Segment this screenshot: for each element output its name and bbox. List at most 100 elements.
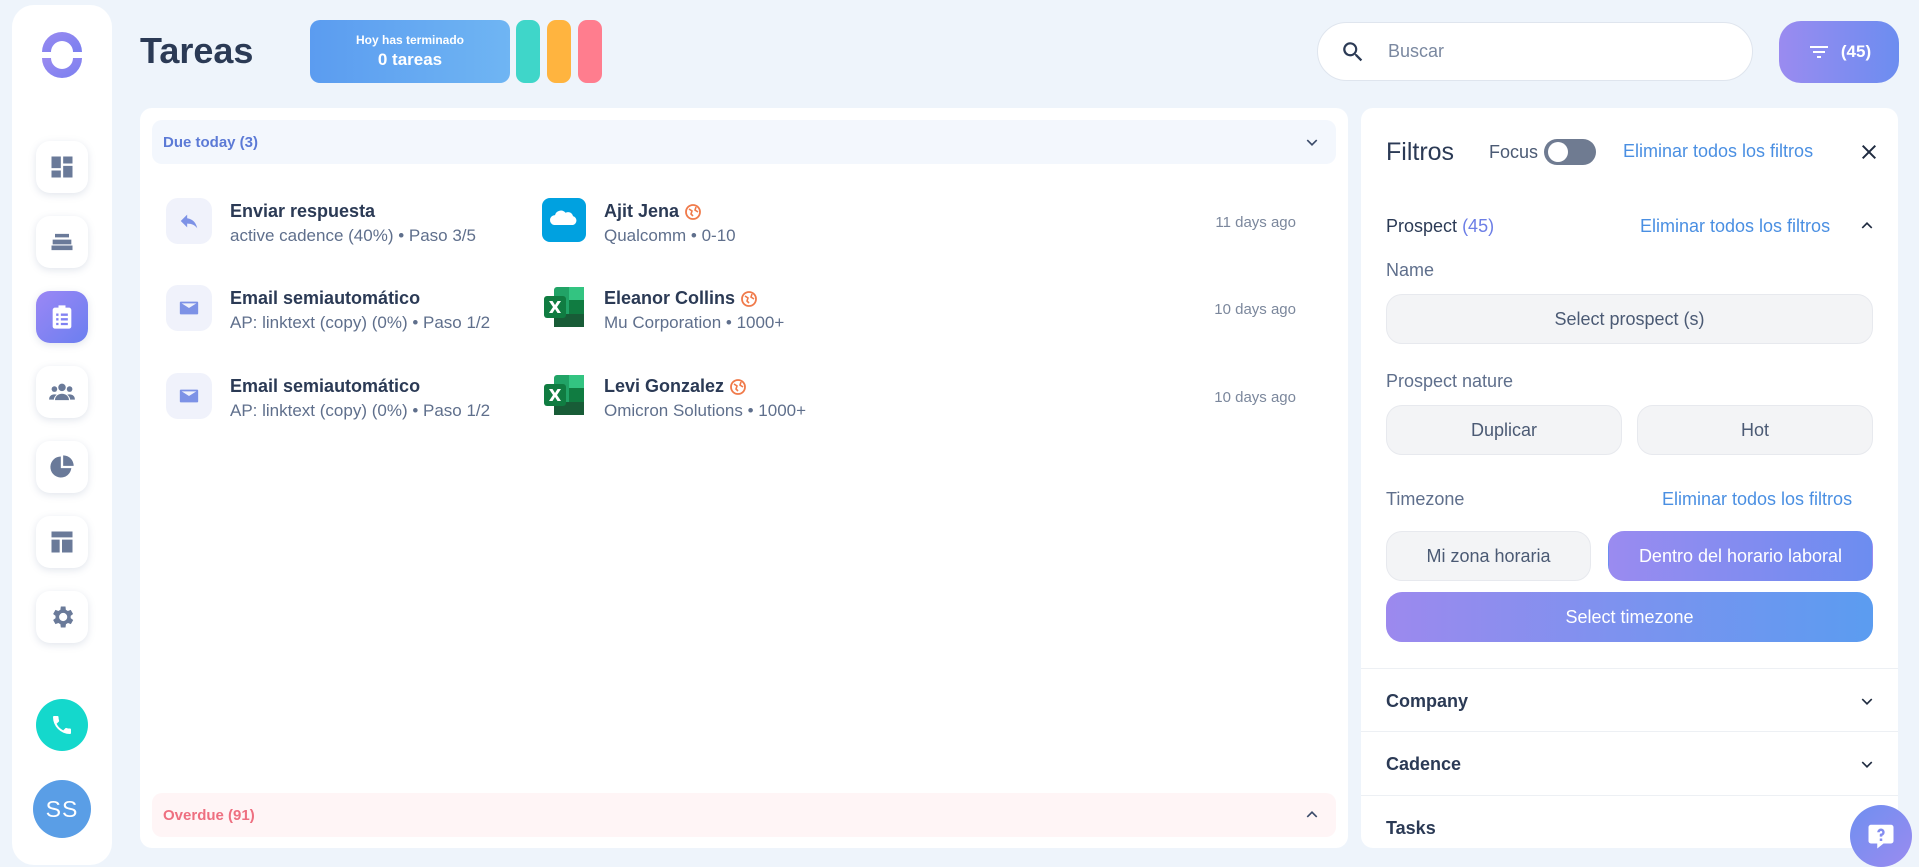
- nav-layout[interactable]: [36, 516, 88, 568]
- task-timestamp: 11 days ago: [1215, 214, 1296, 231]
- company-section-title[interactable]: Company: [1386, 691, 1468, 712]
- phone-icon: [53, 716, 71, 734]
- focus-toggle[interactable]: [1544, 139, 1596, 165]
- divider: [1361, 668, 1898, 669]
- tasks-section-title[interactable]: Tasks: [1386, 818, 1436, 839]
- contact-name[interactable]: Ajit Jena: [604, 201, 701, 222]
- task-subtitle: AP: linktext (copy) (0%) • Paso 1/2: [230, 313, 491, 332]
- task-title: Email semiautomático: [230, 376, 421, 396]
- progress-count: 0 tareas: [377, 50, 443, 69]
- task-type-email: [166, 373, 212, 419]
- filter-icon: [1809, 46, 1828, 58]
- pie-chart-icon: [50, 455, 74, 478]
- help-chat-icon: [1868, 824, 1894, 849]
- status-pill-orange[interactable]: [547, 20, 571, 83]
- excel-icon: [544, 375, 584, 415]
- select-timezone-button[interactable]: Select timezone: [1386, 592, 1873, 642]
- prospect-nature-label: Prospect nature: [1386, 371, 1514, 391]
- globe-hot-icon: [730, 378, 746, 395]
- clear-prospect-filters-link[interactable]: Eliminar todos los filtros: [1640, 216, 1830, 237]
- nav-reports[interactable]: [36, 441, 88, 493]
- group-due-today-label: Due today (3): [163, 133, 259, 151]
- status-pill-teal[interactable]: [516, 20, 540, 83]
- prospect-section-title[interactable]: Prospect (45): [1386, 216, 1494, 237]
- contact-company: Mu Corporation • 1000+: [604, 313, 785, 332]
- clear-timezone-filters-link[interactable]: Eliminar todos los filtros: [1662, 489, 1852, 510]
- focus-label: Focus: [1489, 142, 1539, 162]
- nav-dashboard[interactable]: [36, 141, 88, 193]
- group-overdue-label: Overdue (91): [163, 806, 255, 824]
- task-title: Enviar respuesta: [230, 201, 376, 221]
- progress-label: Hoy has terminado: [355, 33, 465, 47]
- cadence-section-title[interactable]: Cadence: [1386, 754, 1461, 775]
- filters-title: Filtros: [1386, 138, 1455, 166]
- app-logo[interactable]: [37, 30, 87, 80]
- nav-inbox[interactable]: [36, 216, 88, 268]
- nav-tasks[interactable]: [36, 291, 88, 343]
- contact-name-text: Eleanor Collins: [604, 288, 736, 308]
- salesforce-icon: [542, 198, 586, 242]
- divider: [1361, 795, 1898, 796]
- contact-name[interactable]: Levi Gonzalez: [604, 376, 746, 397]
- nav-people[interactable]: [36, 366, 88, 418]
- group-due-today[interactable]: Due today (3): [152, 120, 1336, 164]
- task-type-reply: [166, 198, 212, 244]
- avatar[interactable]: SS: [33, 780, 91, 838]
- progress-card[interactable]: Hoy has terminado 0 tareas: [310, 20, 510, 83]
- phone-button[interactable]: [36, 699, 88, 751]
- task-type-email: [166, 285, 212, 331]
- people-icon: [49, 383, 75, 401]
- globe-hot-icon: [685, 203, 701, 220]
- globe-hot-icon: [741, 290, 757, 307]
- prospect-title-text: Prospect: [1386, 216, 1458, 236]
- task-title: Email semiautomático: [230, 288, 421, 308]
- help-chat-button[interactable]: [1850, 805, 1912, 867]
- layout-icon: [51, 531, 73, 553]
- contact-name-text: Ajit Jena: [604, 201, 680, 221]
- divider: [1361, 731, 1898, 732]
- select-prospect-button[interactable]: Select prospect (s): [1386, 294, 1873, 344]
- timezone-label: Timezone: [1386, 489, 1465, 509]
- timezone-option-mine[interactable]: Mi zona horaria: [1386, 531, 1591, 581]
- name-label: Name: [1386, 260, 1435, 280]
- contact-company: Omicron Solutions • 1000+: [604, 401, 807, 420]
- chevron-down-icon[interactable]: [1857, 754, 1877, 774]
- clipboard-tasks-icon: [52, 305, 72, 329]
- nature-option-duplicar[interactable]: Duplicar: [1386, 405, 1622, 455]
- reply-icon: [180, 214, 198, 229]
- excel-icon: [544, 287, 584, 327]
- search-input[interactable]: [1388, 41, 1728, 62]
- table-row[interactable]: Email semiautomático AP: linktext (copy)…: [166, 366, 1296, 426]
- inbox-stack-icon: [51, 233, 73, 251]
- gear-icon: [53, 606, 74, 628]
- search-bar: [1317, 22, 1753, 81]
- nature-option-hot[interactable]: Hot: [1637, 405, 1873, 455]
- page-title: Tareas: [140, 30, 254, 71]
- filter-count: (45): [1840, 42, 1872, 61]
- nav-settings[interactable]: [36, 591, 88, 643]
- task-subtitle: active cadence (40%) • Paso 3/5: [230, 226, 476, 245]
- mail-icon: [179, 389, 199, 403]
- table-row[interactable]: Enviar respuesta active cadence (40%) • …: [166, 191, 1296, 251]
- dashboard-icon: [51, 156, 73, 178]
- contact-name[interactable]: Eleanor Collins: [604, 288, 757, 309]
- timezone-option-working-hours[interactable]: Dentro del horario laboral: [1608, 531, 1873, 581]
- task-timestamp: 10 days ago: [1214, 389, 1296, 406]
- chevron-up-icon[interactable]: [1857, 216, 1877, 236]
- group-overdue[interactable]: Overdue (91): [152, 793, 1336, 837]
- contact-name-text: Levi Gonzalez: [604, 376, 725, 396]
- contact-company: Qualcomm • 0-10: [604, 226, 736, 245]
- status-pill-pink[interactable]: [578, 20, 602, 83]
- table-row[interactable]: Email semiautomático AP: linktext (copy)…: [166, 278, 1296, 338]
- search-icon: [1343, 41, 1363, 61]
- filters-panel: Filtros Focus Eliminar todos los filtros…: [1361, 108, 1898, 848]
- mail-icon: [179, 301, 199, 315]
- close-icon[interactable]: [1857, 140, 1881, 164]
- chevron-down-icon: [1306, 139, 1318, 146]
- chevron-down-icon[interactable]: [1857, 691, 1877, 711]
- filter-button[interactable]: (45): [1779, 21, 1899, 83]
- task-subtitle: AP: linktext (copy) (0%) • Paso 1/2: [230, 401, 491, 420]
- chevron-up-icon: [1306, 811, 1318, 818]
- clear-all-filters-link[interactable]: Eliminar todos los filtros: [1623, 141, 1813, 162]
- task-list-panel: Due today (3) Enviar respuesta active ca…: [140, 108, 1348, 848]
